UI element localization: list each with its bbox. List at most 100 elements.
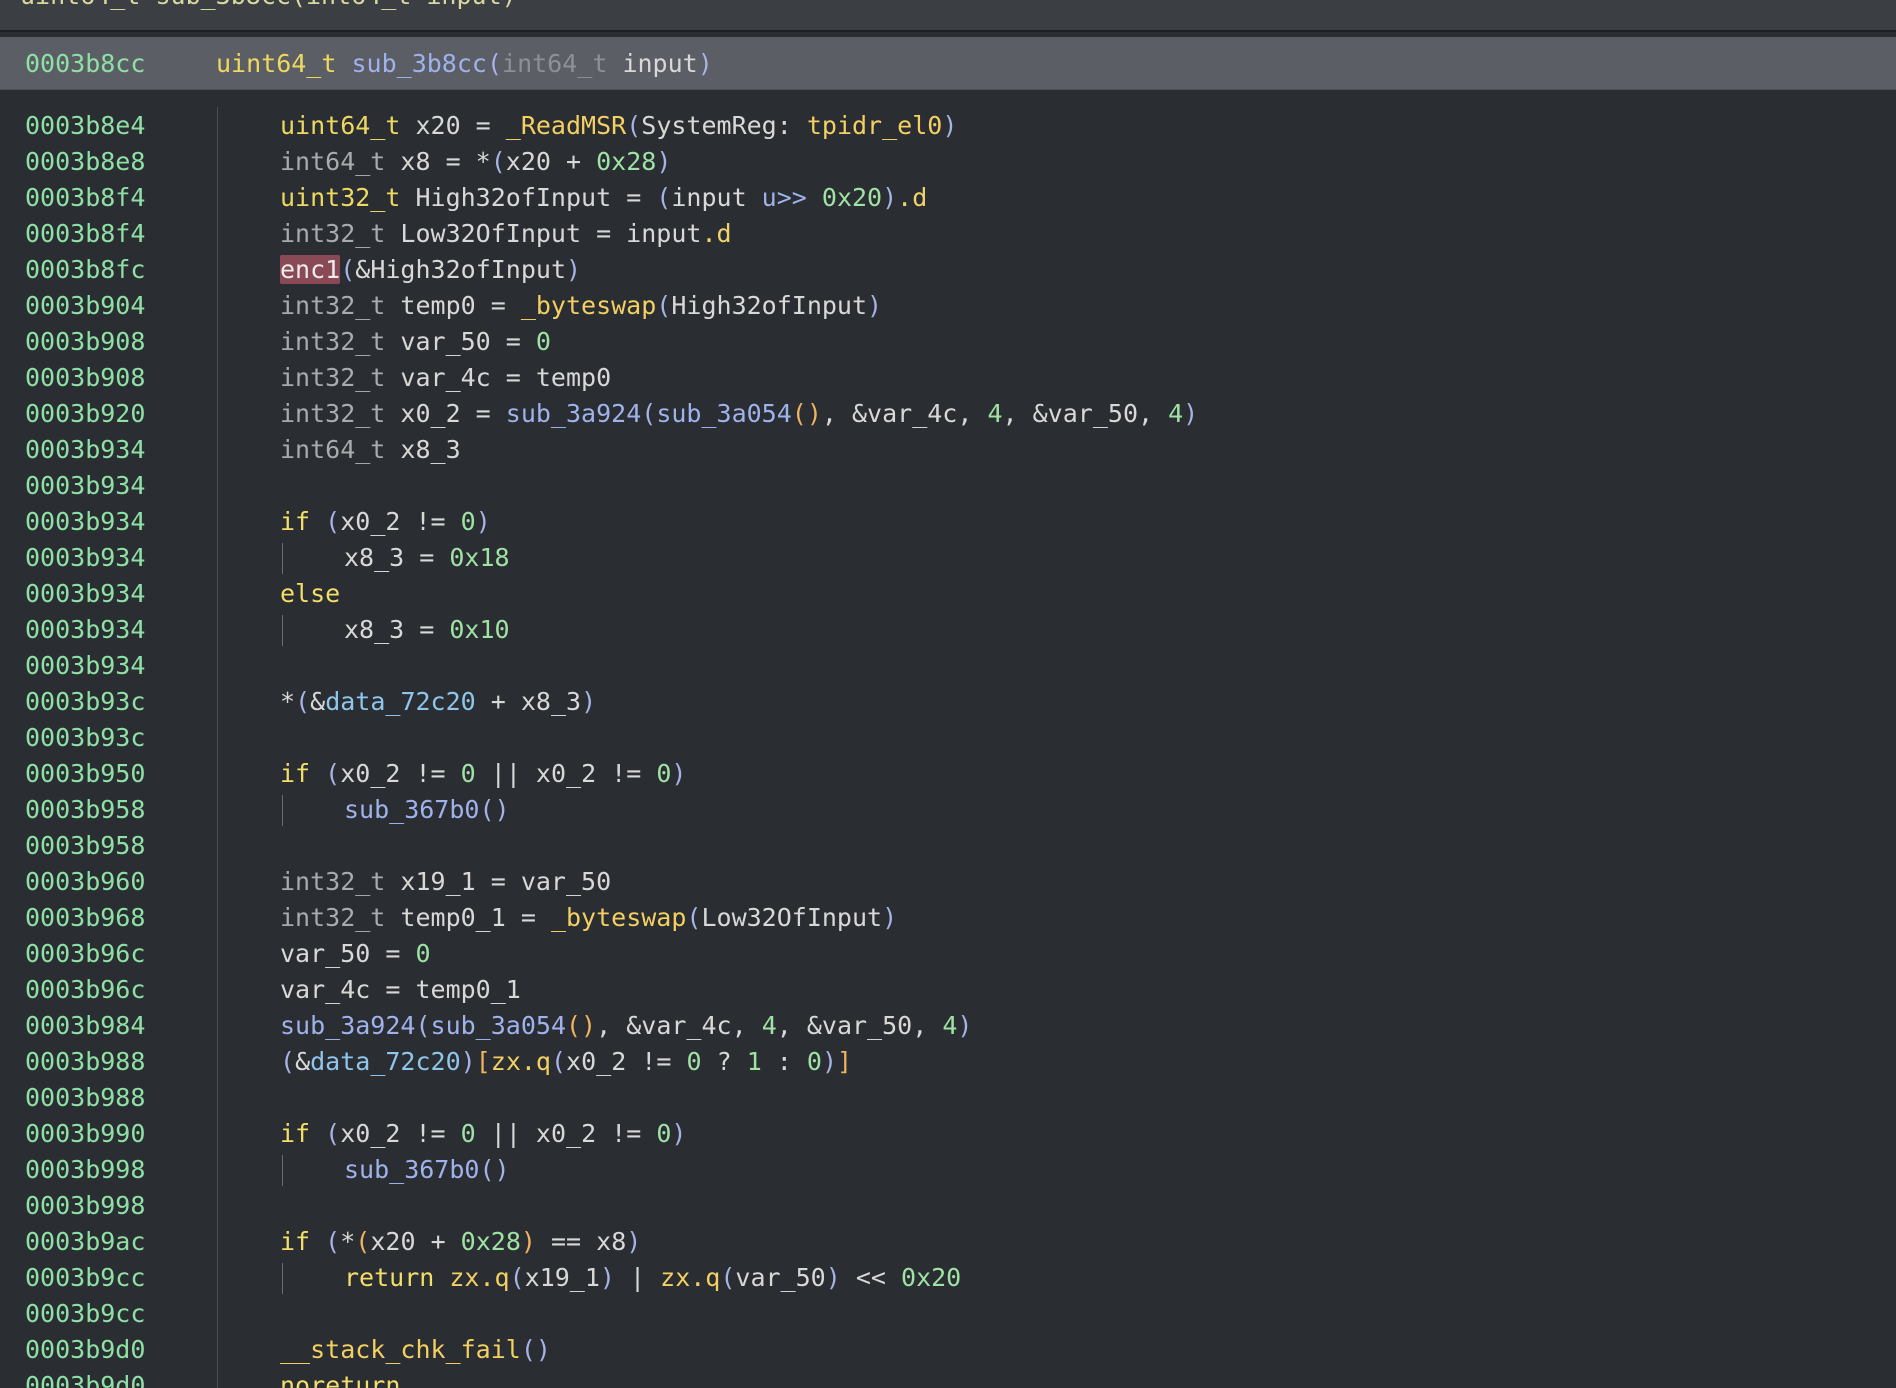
code-token[interactable]: ( <box>340 255 355 284</box>
line-code[interactable]: int32_t Low32OfInput = input.d <box>280 216 732 252</box>
code-token[interactable]: &High32ofInput <box>355 255 566 284</box>
function-address[interactable]: 0003b8cc <box>25 49 145 78</box>
line-code[interactable]: int32_t temp0 = _byteswap(High32ofInput) <box>280 288 882 324</box>
code-token[interactable]: x8_3 <box>385 435 460 464</box>
code-token[interactable]: ( <box>295 687 310 716</box>
code-token[interactable]: : <box>762 1047 807 1076</box>
code-token[interactable]: ( <box>626 111 641 140</box>
line-code[interactable]: sub_3a924(sub_3a054(), &var_4c, 4, &var_… <box>280 1008 972 1044</box>
line-code[interactable]: enc1(&High32ofInput) <box>280 252 581 288</box>
line-code[interactable]: var_50 = 0 <box>280 936 431 972</box>
code-token[interactable]: x19_1 <box>525 1263 600 1292</box>
code-token[interactable] <box>807 183 822 212</box>
code-token[interactable]: _ReadMSR <box>506 111 626 140</box>
code-token[interactable]: int64_t <box>280 435 385 464</box>
code-token[interactable]: var_50 <box>735 1263 825 1292</box>
code-line[interactable]: 0003b9cc <box>0 1296 1896 1332</box>
code-token[interactable]: ( <box>325 507 340 536</box>
code-line[interactable]: 0003b934 else <box>0 576 1896 612</box>
code-token[interactable]: ( <box>355 1227 370 1256</box>
line-code[interactable]: x8_3 = 0x18 <box>344 540 510 576</box>
code-token[interactable]: var_50 = <box>385 327 536 356</box>
line-code[interactable]: if (*(x20 + 0x28) == x8) <box>280 1224 641 1260</box>
line-code[interactable]: else <box>280 576 340 612</box>
code-line[interactable]: 0003b958 sub_367b0() <box>0 792 1896 828</box>
code-token[interactable]: return <box>344 1263 434 1292</box>
line-code[interactable]: sub_367b0() <box>344 1152 510 1188</box>
code-token[interactable]: High32ofInput = <box>400 183 656 212</box>
code-token[interactable]: 0x18 <box>449 543 509 572</box>
code-token[interactable]: x0_2 != <box>340 1119 460 1148</box>
code-token[interactable]: sub_3a924 <box>280 1011 415 1040</box>
code-token[interactable]: , &var_4c, <box>596 1011 762 1040</box>
code-token[interactable]: u>> <box>762 183 807 212</box>
code-line[interactable]: 0003b934 if (x0_2 != 0) <box>0 504 1896 540</box>
code-token[interactable]: x20 = <box>400 111 505 140</box>
code-token[interactable]: 4 <box>762 1011 777 1040</box>
code-token[interactable]: ? <box>702 1047 747 1076</box>
line-code[interactable]: noreturn <box>280 1368 400 1388</box>
line-code[interactable]: int32_t var_50 = 0 <box>280 324 551 360</box>
code-token[interactable]: 0x28 <box>461 1227 521 1256</box>
line-address[interactable]: 0003b934 <box>25 648 145 684</box>
code-token[interactable]: ( <box>720 1263 735 1292</box>
line-code[interactable]: (&data_72c20)[zx.q(x0_2 != 0 ? 1 : 0)] <box>280 1044 852 1080</box>
code-token[interactable]: ) <box>822 1047 837 1076</box>
code-token[interactable]: x0_2 != <box>340 759 460 788</box>
code-token[interactable]: ) <box>957 1011 972 1040</box>
line-address[interactable]: 0003b8e8 <box>25 144 145 180</box>
code-line[interactable]: 0003b8f4 int32_t Low32OfInput = input.d <box>0 216 1896 252</box>
code-token[interactable]: int64_t <box>280 147 385 176</box>
code-token[interactable]: tpidr_el0 <box>807 111 942 140</box>
code-token[interactable]: () <box>792 399 822 428</box>
code-token[interactable]: ) <box>867 291 882 320</box>
code-token[interactable]: int32_t <box>280 327 385 356</box>
code-token[interactable]: & <box>310 687 325 716</box>
code-token[interactable]: * <box>340 1227 355 1256</box>
code-token[interactable]: High32ofInput <box>671 291 867 320</box>
code-token[interactable]: x0_2 != <box>340 507 460 536</box>
code-token[interactable]: temp0 = <box>385 291 520 320</box>
line-address[interactable]: 0003b934 <box>25 432 145 468</box>
line-code[interactable]: if (x0_2 != 0) <box>280 504 491 540</box>
code-token[interactable]: 0 <box>536 327 551 356</box>
code-token[interactable]: ) <box>566 255 581 284</box>
line-address[interactable]: 0003b934 <box>25 612 145 648</box>
code-token[interactable]: 0 <box>415 939 430 968</box>
code-token[interactable]: sub_367b0 <box>344 1155 479 1184</box>
code-token[interactable]: _byteswap <box>551 903 686 932</box>
code-token[interactable]: () <box>479 795 509 824</box>
code-token[interactable]: () <box>521 1335 551 1364</box>
code-token[interactable]: 0 <box>461 507 476 536</box>
line-code[interactable]: uint64_t x20 = _ReadMSR(SystemReg: tpidr… <box>280 108 957 144</box>
code-line[interactable]: 0003b934 <box>0 648 1896 684</box>
line-address[interactable]: 0003b998 <box>25 1152 145 1188</box>
code-token[interactable]: 1 <box>747 1047 762 1076</box>
code-line[interactable]: 0003b984 sub_3a924(sub_3a054(), &var_4c, … <box>0 1008 1896 1044</box>
code-token[interactable]: * <box>280 687 295 716</box>
code-token[interactable]: x8_3 = <box>344 615 449 644</box>
code-token[interactable]: == x8 <box>536 1227 626 1256</box>
code-token[interactable]: ) <box>882 903 897 932</box>
code-token[interactable] <box>434 1263 449 1292</box>
line-code[interactable]: return zx.q(x19_1) | zx.q(var_50) << 0x2… <box>344 1260 961 1296</box>
code-token[interactable]: ] <box>837 1047 852 1076</box>
line-code[interactable]: uint32_t High32ofInput = (input u>> 0x20… <box>280 180 927 216</box>
code-line[interactable]: 0003b998 <box>0 1188 1896 1224</box>
code-token[interactable]: ) <box>521 1227 536 1256</box>
code-token[interactable]: ( <box>325 1227 340 1256</box>
code-token[interactable]: enc1 <box>280 255 341 284</box>
line-code[interactable]: int64_t x8 = *(x20 + 0x28) <box>280 144 671 180</box>
code-token[interactable]: int32_t <box>280 219 385 248</box>
code-line[interactable]: 0003b934 x8_3 = 0x10 <box>0 612 1896 648</box>
line-address[interactable]: 0003b9d0 <box>25 1368 145 1388</box>
code-line[interactable]: 0003b950 if (x0_2 != 0 || x0_2 != 0) <box>0 756 1896 792</box>
code-token[interactable]: 4 <box>987 399 1002 428</box>
code-token[interactable]: + x8_3 <box>476 687 581 716</box>
line-address[interactable]: 0003b934 <box>25 576 145 612</box>
line-code[interactable]: int32_t var_4c = temp0 <box>280 360 611 396</box>
code-token[interactable]: var_4c = temp0 <box>385 363 611 392</box>
code-token[interactable]: ( <box>325 759 340 788</box>
code-token[interactable] <box>310 759 325 788</box>
code-line[interactable]: 0003b934 <box>0 468 1896 504</box>
